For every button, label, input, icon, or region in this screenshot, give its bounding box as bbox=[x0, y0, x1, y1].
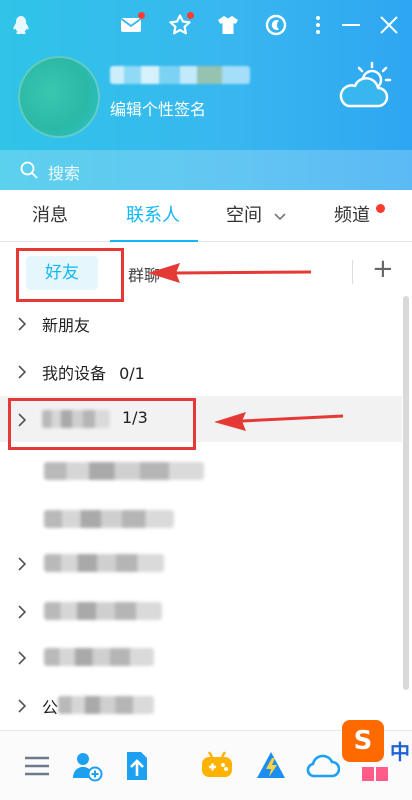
blurred-group-name bbox=[44, 554, 164, 572]
blurred-group-name bbox=[44, 648, 154, 666]
more-icon[interactable] bbox=[305, 12, 331, 38]
chevron-down-icon bbox=[274, 213, 286, 221]
close-icon[interactable] bbox=[376, 12, 402, 38]
lightning-icon[interactable] bbox=[254, 749, 288, 783]
list-item-count: 0/1 bbox=[119, 364, 145, 383]
annotation-arrow-icon bbox=[148, 263, 312, 283]
main-tabs: 消息 联系人 空间 频道 bbox=[0, 190, 412, 242]
annotation-arrow-icon bbox=[214, 412, 344, 431]
list-item-label: 公 bbox=[42, 698, 59, 717]
list-item-label-wrap: 我的设备 0/1 bbox=[42, 360, 145, 384]
list-item-blurred[interactable] bbox=[0, 540, 402, 588]
notification-dot bbox=[376, 204, 385, 213]
signature-link[interactable]: 编辑个性签名 bbox=[110, 96, 206, 120]
chevron-right-icon bbox=[18, 557, 26, 571]
list-item-blurred[interactable]: 公 bbox=[0, 682, 402, 730]
add-contact-icon[interactable] bbox=[70, 749, 104, 783]
chevron-right-icon bbox=[18, 699, 26, 713]
cloud-icon[interactable] bbox=[306, 749, 340, 783]
list-item-blurred[interactable] bbox=[0, 448, 402, 496]
title-bar bbox=[0, 0, 412, 50]
blurred-group-name bbox=[44, 510, 174, 528]
profile-header: 编辑个性签名 搜索 bbox=[0, 0, 412, 190]
search-icon bbox=[20, 161, 38, 179]
list-item-blurred[interactable] bbox=[0, 588, 402, 636]
scrollbar[interactable] bbox=[403, 296, 409, 690]
tab-channels-label: 频道 bbox=[334, 205, 370, 226]
annotation-box-friends bbox=[16, 248, 124, 302]
tab-messages[interactable]: 消息 bbox=[32, 190, 68, 242]
list-item-blurred[interactable] bbox=[0, 496, 402, 544]
star-icon[interactable] bbox=[167, 12, 194, 38]
menu-icon[interactable] bbox=[20, 749, 54, 783]
nickname-blurred bbox=[110, 66, 250, 84]
list-item-label: 新朋友 bbox=[42, 316, 91, 335]
chevron-right-icon bbox=[18, 317, 26, 331]
add-icon[interactable]: + bbox=[372, 256, 394, 282]
ime-language-indicator[interactable]: 中 bbox=[390, 736, 410, 765]
shirt-icon[interactable] bbox=[215, 12, 241, 38]
qq-penguin-icon[interactable] bbox=[8, 12, 34, 38]
avatar[interactable] bbox=[18, 56, 100, 138]
list-item-new-friends[interactable]: 新朋友 bbox=[0, 300, 402, 348]
moon-icon[interactable] bbox=[263, 12, 289, 38]
tab-contacts[interactable]: 联系人 bbox=[126, 190, 180, 242]
sogou-ime-logo[interactable]: S bbox=[342, 720, 384, 762]
annotation-box-group bbox=[8, 398, 196, 450]
upload-icon[interactable] bbox=[120, 749, 154, 783]
chevron-right-icon bbox=[18, 651, 26, 665]
search-bar[interactable]: 搜索 bbox=[0, 150, 412, 190]
tab-space[interactable]: 空间 bbox=[226, 190, 286, 242]
blurred-group-name bbox=[44, 462, 204, 480]
chevron-right-icon bbox=[18, 365, 26, 379]
list-item-label: 我的设备 bbox=[42, 364, 107, 383]
chevron-right-icon bbox=[18, 605, 26, 619]
weather-icon[interactable] bbox=[334, 58, 394, 118]
tab-space-label: 空间 bbox=[226, 205, 262, 226]
blurred-group-name bbox=[44, 602, 162, 620]
game-icon[interactable] bbox=[200, 749, 234, 783]
list-item-my-devices[interactable]: 我的设备 0/1 bbox=[0, 348, 402, 396]
mail-icon[interactable] bbox=[118, 12, 145, 38]
list-item-blurred[interactable] bbox=[0, 634, 402, 682]
divider bbox=[352, 260, 353, 284]
tab-channels[interactable]: 频道 bbox=[334, 190, 385, 242]
search-placeholder: 搜索 bbox=[48, 164, 81, 183]
blurred-group-name bbox=[58, 696, 154, 714]
minimize-icon[interactable] bbox=[338, 12, 364, 38]
